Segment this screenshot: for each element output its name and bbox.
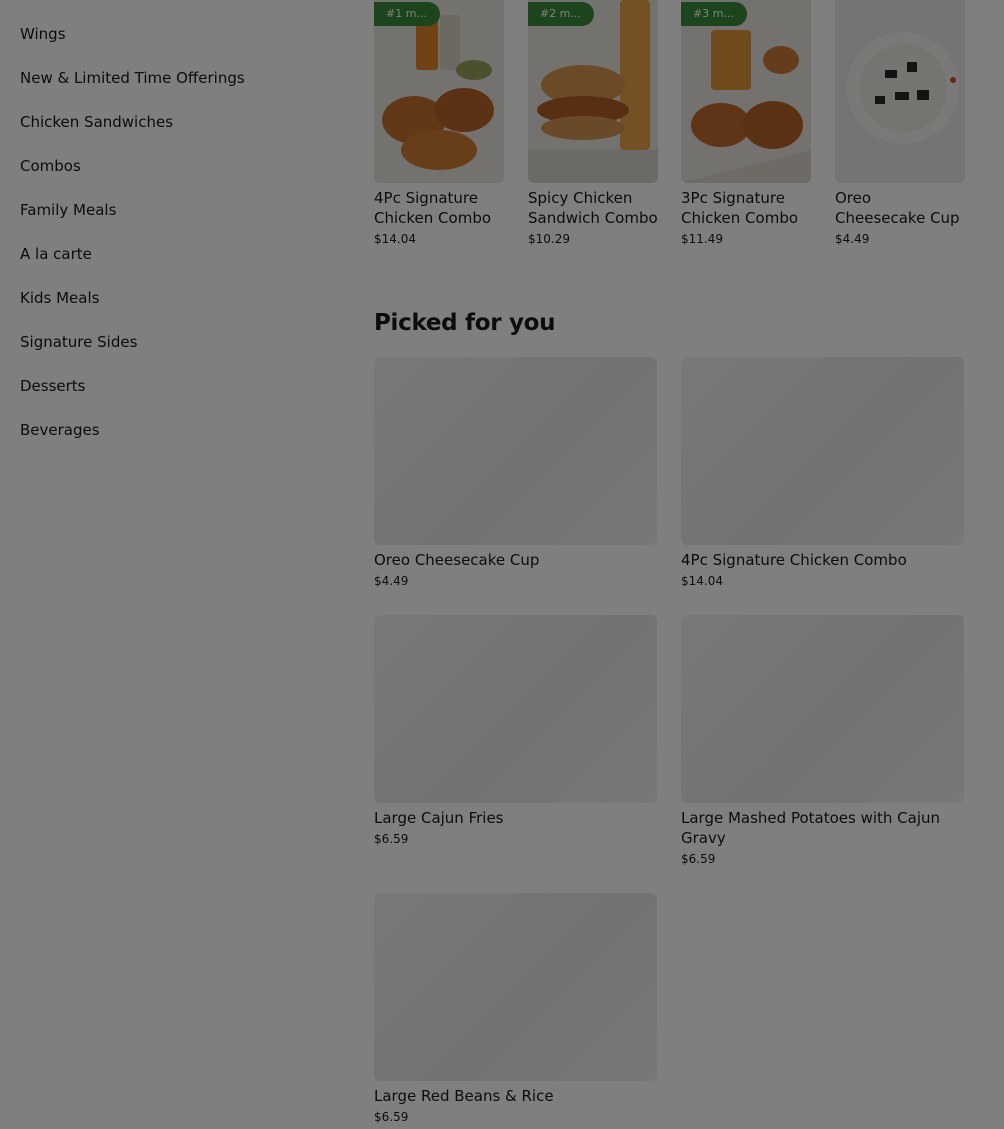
menu-page: Wings New & Limited Time Offerings Chick… bbox=[0, 0, 1004, 1129]
modal-backdrop[interactable] bbox=[0, 0, 1004, 1129]
